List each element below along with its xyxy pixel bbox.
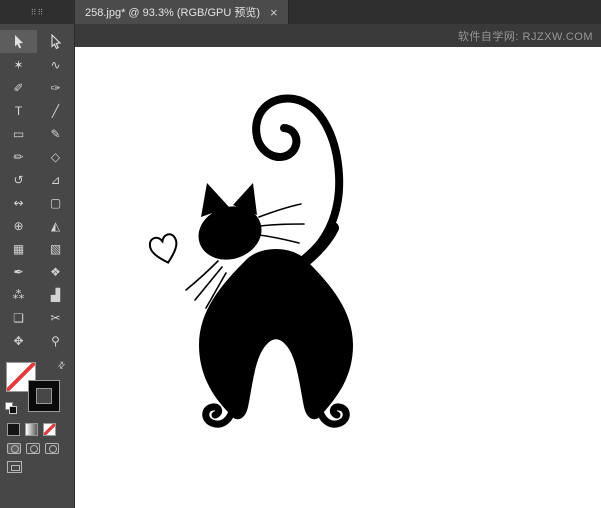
type-tool[interactable]: T [0, 99, 37, 122]
rectangle-icon: ▭ [13, 128, 24, 140]
stroke-color-swatch[interactable] [29, 381, 59, 411]
draw-normal-mode-button[interactable] [7, 443, 21, 454]
tab-bar: ⠿⠿ 258.jpg* @ 93.3% (RGB/GPU 预览) × [0, 0, 601, 24]
draw-behind-mode-button[interactable] [26, 443, 40, 454]
info-strip: 软件自学网: RJZXW.COM [75, 24, 601, 47]
swap-fill-stroke-icon[interactable]: ⇄ [55, 359, 68, 372]
tools-panel: ✶ ∿ ✐ ✑ T ╱ ▭ ✎ ✏ ◇ ↺ ⊿ [0, 24, 75, 508]
gradient-icon: ▧ [50, 243, 61, 255]
gradient-button[interactable] [25, 423, 38, 436]
hand-icon: ✥ [13, 335, 23, 347]
close-tab-icon[interactable]: × [270, 6, 278, 19]
gradient-tool[interactable]: ▧ [37, 237, 74, 260]
scale-icon: ⊿ [50, 174, 60, 186]
paintbrush-icon: ✑ [50, 82, 60, 94]
slice-tool[interactable]: ✂ [37, 306, 74, 329]
perspective-grid-tool[interactable]: ◭ [37, 214, 74, 237]
document-canvas[interactable] [75, 47, 601, 508]
direct-selection-arrow-icon [49, 34, 63, 49]
toolbar-bottom-controls: ⇄ [0, 352, 74, 473]
eraser-icon: ◇ [51, 151, 60, 163]
heart-shape [148, 233, 181, 266]
line-segment-icon: ╱ [52, 105, 59, 117]
eyedropper-icon: ✒ [13, 266, 23, 278]
cat-tail-base [306, 228, 333, 260]
default-stroke-mini-swatch [9, 406, 17, 414]
eyedropper-tool[interactable]: ✒ [0, 260, 37, 283]
draw-inside-mode-button[interactable] [45, 443, 59, 454]
blend-icon: ❖ [50, 266, 61, 278]
direct-selection-tool[interactable] [37, 30, 74, 53]
selection-tool[interactable] [0, 30, 37, 53]
artboard-icon: ❏ [13, 312, 24, 324]
blob-brush-icon: ✏ [13, 151, 23, 163]
artboard-tool[interactable]: ❏ [0, 306, 37, 329]
blob-brush-tool[interactable]: ✏ [0, 145, 37, 168]
column-graph-tool[interactable]: ▟ [37, 283, 74, 306]
width-icon: ↭ [13, 197, 23, 209]
default-colors-icon[interactable] [5, 402, 17, 414]
shape-builder-tool[interactable]: ⊕ [0, 214, 37, 237]
width-tool[interactable]: ↭ [0, 191, 37, 214]
rotate-tool[interactable]: ↺ [0, 168, 37, 191]
eraser-tool[interactable]: ◇ [37, 145, 74, 168]
mesh-tool[interactable]: ▦ [0, 237, 37, 260]
pencil-icon: ✎ [50, 128, 60, 140]
paintbrush-tool[interactable]: ✑ [37, 76, 74, 99]
fill-stroke-widget: ⇄ [4, 360, 66, 416]
zoom-icon: ⚲ [51, 335, 60, 347]
column-graph-icon: ▟ [51, 289, 60, 301]
document-tab-label: 258.jpg* @ 93.3% (RGB/GPU 预览) [85, 4, 260, 20]
scale-tool[interactable]: ⊿ [37, 168, 74, 191]
rotate-icon: ↺ [13, 174, 23, 186]
lasso-icon: ∿ [50, 59, 60, 71]
hand-tool[interactable]: ✥ [0, 329, 37, 352]
color-type-buttons [4, 423, 74, 436]
free-transform-icon: ▢ [50, 197, 61, 209]
pencil-tool[interactable]: ✎ [37, 122, 74, 145]
pen-icon: ✐ [13, 82, 23, 94]
lasso-tool[interactable]: ∿ [37, 53, 74, 76]
slice-icon: ✂ [50, 312, 60, 324]
free-transform-tool[interactable]: ▢ [37, 191, 74, 214]
illustrator-window: ⠿⠿ 258.jpg* @ 93.3% (RGB/GPU 预览) × [0, 0, 601, 508]
document-tab[interactable]: 258.jpg* @ 93.3% (RGB/GPU 预览) × [75, 0, 289, 24]
symbol-sprayer-tool[interactable]: ⁂ [0, 283, 37, 306]
none-button[interactable] [43, 423, 56, 436]
zoom-tool[interactable]: ⚲ [37, 329, 74, 352]
tab-bar-empty-space [289, 0, 601, 24]
perspective-grid-icon: ◭ [51, 220, 60, 232]
change-screen-mode-button[interactable] [7, 461, 22, 473]
shape-builder-icon: ⊕ [13, 220, 23, 232]
drawing-mode-buttons [4, 443, 74, 454]
watermark-text: 软件自学网: RJZXW.COM [458, 28, 593, 44]
line-segment-tool[interactable]: ╱ [37, 99, 74, 122]
pen-tool[interactable]: ✐ [0, 76, 37, 99]
grip-dots-icon: ⠿⠿ [31, 8, 45, 17]
symbol-sprayer-icon: ⁂ [13, 289, 25, 301]
cat-body [199, 249, 353, 419]
magic-wand-icon: ✶ [13, 59, 23, 71]
rectangle-tool[interactable]: ▭ [0, 122, 37, 145]
type-icon: T [15, 105, 22, 117]
color-button[interactable] [7, 423, 20, 436]
tools-panel-grip[interactable]: ⠿⠿ [0, 0, 75, 24]
mesh-icon: ▦ [13, 243, 24, 255]
screen-mode-row [4, 461, 74, 473]
cat-artwork[interactable] [75, 47, 601, 508]
magic-wand-tool[interactable]: ✶ [0, 53, 37, 76]
blend-tool[interactable]: ❖ [37, 260, 74, 283]
selection-arrow-icon [12, 34, 26, 49]
